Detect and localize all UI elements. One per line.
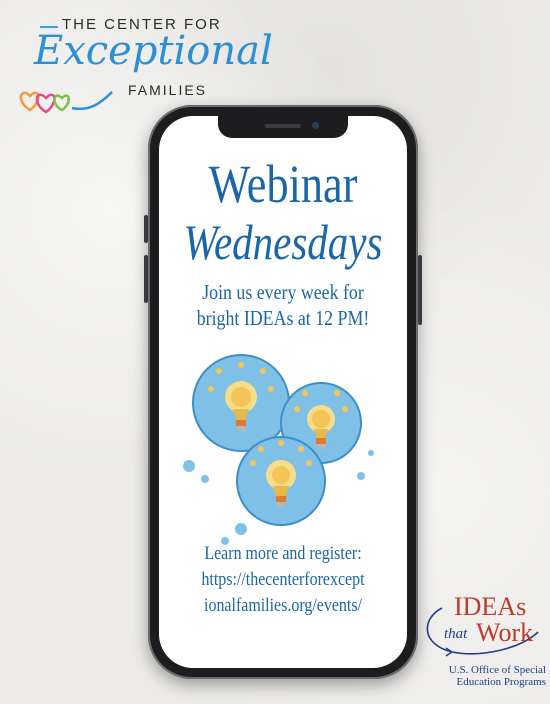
camera-icon: [312, 122, 319, 129]
bubble-dot: [201, 475, 209, 483]
phone-side-button: [144, 215, 148, 243]
bubble-dot: [235, 523, 247, 535]
phone-notch: [218, 116, 348, 138]
title-webinar: Webinar: [208, 154, 358, 214]
center-for-exceptional-families-logo: THE CENTER FOR Exceptional FAMILIES: [12, 8, 273, 118]
bubble-dot: [357, 472, 365, 480]
events-link[interactable]: https://thecenterforexcept: [170, 567, 395, 593]
phone-side-button: [418, 255, 422, 325]
osep-line-2: Education Programs: [456, 676, 546, 688]
tagline-line-1: Join us every week for: [202, 280, 364, 304]
speaker-icon: [265, 124, 301, 128]
ideas-that-work-logo: IDEAs that Work U.S. Office of Special E…: [412, 588, 546, 698]
phone-mockup: Webinar Wednesdays Join us every week fo…: [144, 105, 422, 679]
bubble-dot: [183, 460, 195, 472]
logo-bottom-line: FAMILIES: [128, 82, 208, 98]
osep-caption: U.S. Office of Special Education Program…: [424, 664, 546, 688]
work-word: Work: [476, 618, 534, 647]
cta-line-1: Learn more and register:: [204, 543, 362, 564]
tagline: Join us every week for bright IDEAs at 1…: [178, 279, 389, 331]
tagline-line-2: bright IDEAs at 12 PM!: [196, 306, 370, 330]
lightbulb-icon: [236, 436, 326, 526]
hearts-icon: [19, 91, 113, 114]
bubble-dot: [368, 450, 374, 456]
that-word: that: [444, 626, 468, 642]
call-to-action: Learn more and register: https://thecent…: [170, 541, 395, 619]
osep-line-1: U.S. Office of Special: [448, 664, 546, 676]
lightbulbs-illustration: [183, 354, 374, 545]
title-wednesdays: Wednesdays: [183, 214, 383, 270]
phone-screen: Webinar Wednesdays Join us every week fo…: [159, 116, 407, 668]
phone-side-button: [144, 255, 148, 303]
events-link[interactable]: ionalfamilies.org/events/: [170, 593, 395, 619]
